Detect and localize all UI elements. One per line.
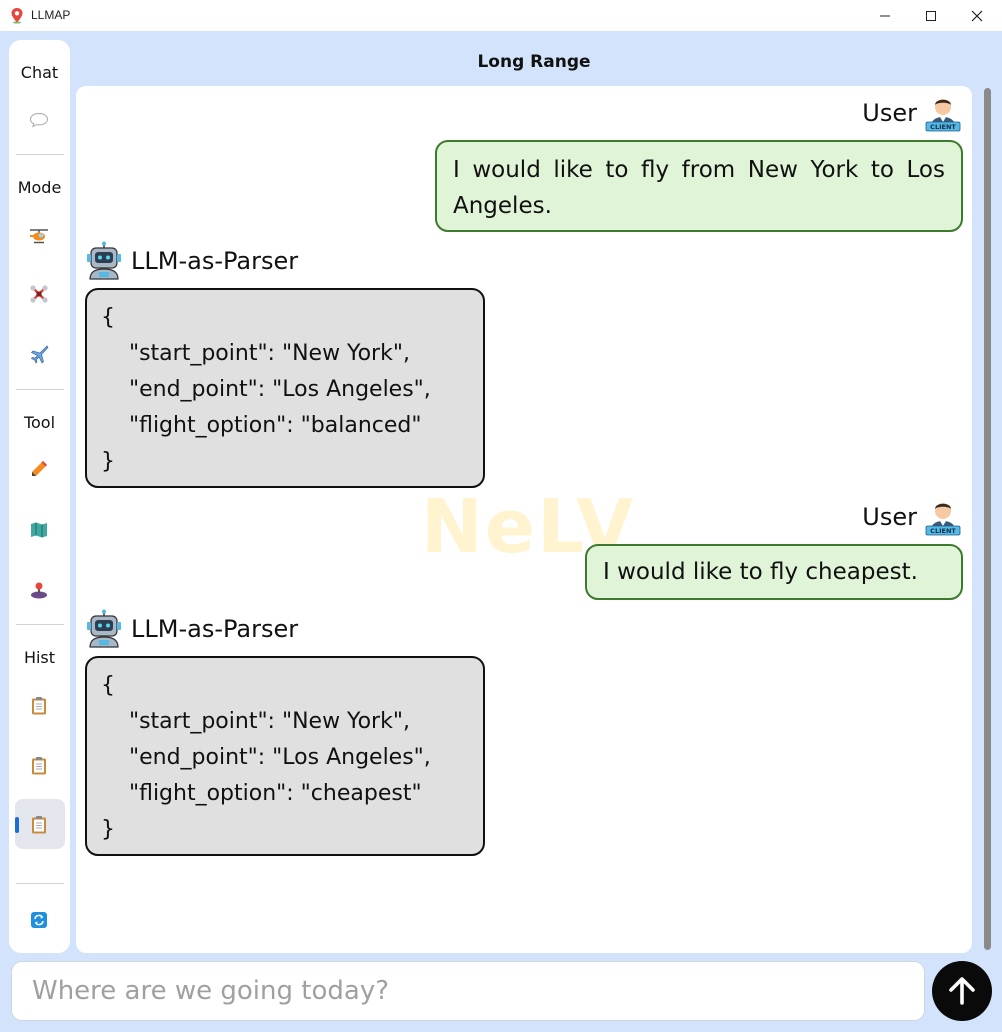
- maximize-button[interactable]: [908, 0, 954, 31]
- scrollbar-thumb[interactable]: [984, 88, 991, 950]
- llm-message: { "start_point": "New York", "end_point"…: [85, 656, 485, 856]
- chat-scrollbar[interactable]: [982, 86, 992, 953]
- robot-avatar-icon: [87, 609, 121, 648]
- map-icon[interactable]: [25, 516, 53, 544]
- speaker-name: LLM-as-Parser: [131, 247, 299, 275]
- helicopter-icon[interactable]: [25, 222, 53, 250]
- avatar-badge: CLIENT: [930, 123, 956, 131]
- client-avatar-icon: CLIENT: [925, 99, 961, 132]
- refresh-icon[interactable]: [25, 906, 53, 934]
- sidebar-section-mode: Mode: [17, 178, 62, 197]
- sidebar-divider: [16, 624, 64, 625]
- message-input[interactable]: [12, 962, 924, 1020]
- clipboard-icon[interactable]: [25, 751, 53, 779]
- speech-bubble-icon[interactable]: [25, 106, 53, 134]
- close-button[interactable]: [954, 0, 1000, 31]
- window-title: LLMAP: [31, 8, 71, 22]
- chat-panel: NeLV User CLIENT I would like to fly fro…: [76, 86, 972, 953]
- joystick-icon[interactable]: [25, 576, 53, 604]
- clipboard-icon[interactable]: [25, 810, 53, 838]
- user-message: I would like to fly from New York to Los…: [435, 140, 963, 232]
- minimize-button[interactable]: [862, 0, 908, 31]
- drone-icon[interactable]: [25, 280, 53, 308]
- user-message: I would like to fly cheapest.: [585, 544, 963, 600]
- minimize-icon: [880, 15, 890, 16]
- message-input-container: [11, 961, 925, 1021]
- map-pin-icon: [11, 8, 23, 24]
- sidebar-divider: [16, 883, 64, 884]
- title-bar: LLMAP: [0, 0, 1002, 31]
- sidebar: Chat Mode Tool Hist: [9, 40, 70, 953]
- close-icon: [971, 10, 983, 21]
- robot-avatar-icon: [87, 241, 121, 280]
- sidebar-section-hist: Hist: [23, 648, 56, 667]
- maximize-icon: [926, 10, 936, 21]
- avatar-badge: CLIENT: [930, 527, 956, 535]
- speaker-name: User: [862, 99, 917, 127]
- sidebar-divider: [16, 389, 64, 390]
- llm-message: { "start_point": "New York", "end_point"…: [85, 288, 485, 488]
- pencil-icon[interactable]: [25, 455, 53, 483]
- speaker-name: User: [862, 503, 917, 531]
- clipboard-icon[interactable]: [25, 691, 53, 719]
- speaker-name: LLM-as-Parser: [131, 615, 299, 643]
- arrow-up-icon: [949, 977, 975, 1005]
- active-indicator: [15, 817, 19, 833]
- client-avatar-icon: CLIENT: [925, 503, 961, 536]
- sidebar-divider: [16, 154, 64, 155]
- sidebar-section-chat: Chat: [20, 63, 59, 82]
- page-title: Long Range: [477, 52, 591, 72]
- airplane-icon[interactable]: [25, 340, 53, 368]
- sidebar-section-tool: Tool: [23, 413, 56, 432]
- send-button[interactable]: [932, 961, 992, 1021]
